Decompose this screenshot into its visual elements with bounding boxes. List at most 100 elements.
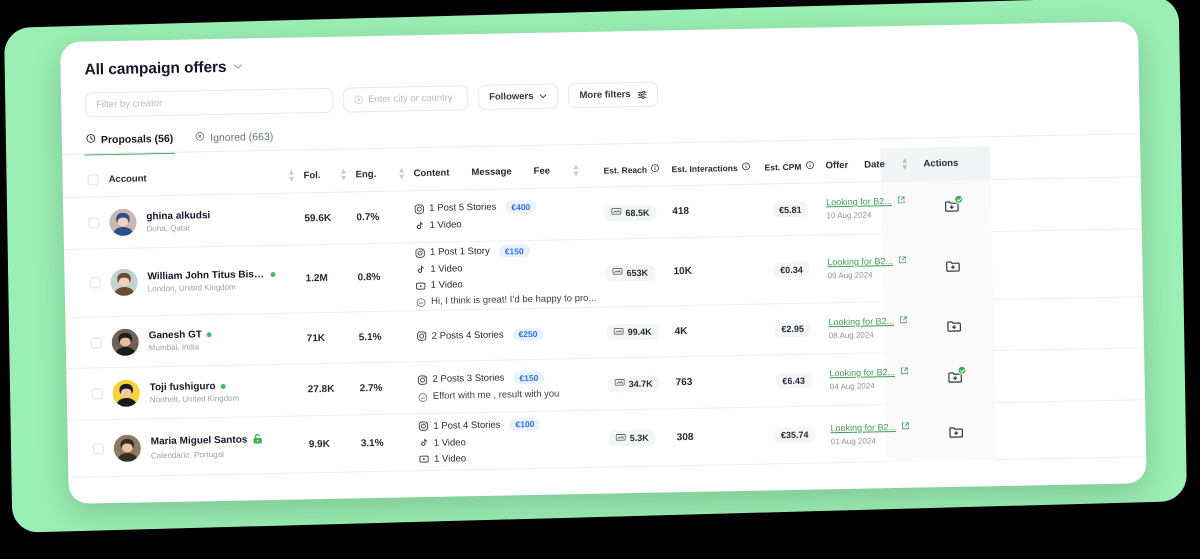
- tiktok-icon: [415, 265, 425, 275]
- followers-filter-label: Followers: [489, 90, 534, 103]
- account-cell[interactable]: Ganesh GT Mumbai, India: [111, 325, 307, 356]
- column-header-est-reach[interactable]: Est. Reach: [603, 163, 671, 175]
- content-line-text: Hi, I think is great! I’d be happy to pr…: [430, 292, 597, 307]
- content-line: 1 Video: [419, 434, 609, 449]
- add-to-folder-button[interactable]: [943, 194, 964, 215]
- offer-link[interactable]: Looking for B2...: [828, 315, 907, 327]
- column-header-date-label[interactable]: Date: [864, 159, 885, 170]
- content-line-text: 1 Video: [430, 279, 463, 291]
- column-header-eng[interactable]: Eng. ▲ ▼: [355, 165, 413, 182]
- column-header-actions-label: Actions: [923, 157, 959, 170]
- est-cpm-chip: €2.95: [774, 321, 812, 337]
- column-header-est-interactions[interactable]: Est. Interactions: [671, 162, 753, 175]
- followers-cell: 9.9K: [308, 438, 330, 450]
- account-name-block: Maria Miguel Santos Calendário, Portugal: [151, 433, 263, 460]
- clock-icon: [86, 133, 96, 146]
- column-header-offer-label[interactable]: Offer: [825, 160, 848, 171]
- column-header-content-label[interactable]: Content: [413, 168, 449, 180]
- reach-icon: [611, 207, 622, 218]
- est-cpm-cell: €35.74: [759, 427, 831, 443]
- sliders-icon: [637, 89, 647, 99]
- est-cpm-chip: €0.34: [773, 261, 810, 278]
- est-reach-cell: 5.3K: [608, 429, 677, 447]
- content-cell: 2 Posts 3 Stories €150 Effort with me , re…: [417, 367, 608, 406]
- column-header-fol[interactable]: Fol. ▲ ▼: [303, 166, 355, 183]
- location-input[interactable]: Enter city or country: [342, 85, 469, 113]
- search-input[interactable]: Filter by creator: [84, 87, 334, 118]
- more-filters-button[interactable]: More filters: [568, 81, 658, 109]
- column-header-est-cpm[interactable]: Est. CPM: [753, 160, 825, 172]
- column-header-actions: Actions: [903, 157, 1003, 170]
- row-select-cell: [68, 442, 114, 455]
- info-icon[interactable]: [805, 161, 814, 172]
- offer-date: 01 Aug 2024: [830, 435, 876, 446]
- row-checkbox[interactable]: [90, 336, 102, 348]
- account-name-row: William John Titus Bish...: [147, 268, 276, 282]
- row-checkbox[interactable]: [92, 442, 104, 454]
- column-header-account[interactable]: Account ▲ ▼: [108, 167, 304, 186]
- add-to-folder-button[interactable]: [944, 258, 961, 275]
- sort-icon[interactable]: ▲ ▼: [398, 165, 406, 181]
- offer-cell: Looking for B2... 09 Aug 2024: [827, 256, 906, 280]
- row-checkbox[interactable]: [91, 388, 103, 400]
- column-header-fee-label[interactable]: Fee: [533, 166, 550, 177]
- offer-link[interactable]: Looking for B2...: [826, 196, 905, 207]
- info-icon[interactable]: [742, 162, 751, 173]
- offer-cell: Looking for B2... 10 Aug 2024: [826, 196, 905, 220]
- content-line: 1 Video: [414, 217, 604, 232]
- est-interactions-cell: 418: [672, 205, 690, 218]
- account-cell[interactable]: Toji fushiguro Northolt, United Kingdom: [112, 376, 307, 408]
- instagram-icon: [417, 374, 428, 385]
- reach-icon: [612, 267, 623, 278]
- row-select-cell: [63, 217, 109, 229]
- account-name-block: Toji fushiguro Northolt, United Kingdom: [150, 380, 240, 404]
- map-pin-icon: [354, 95, 363, 104]
- column-header-message-label[interactable]: Message: [471, 166, 511, 178]
- add-to-folder-button[interactable]: [945, 317, 962, 334]
- lock-icon: [252, 433, 262, 447]
- est-reach-cell: 99.4K: [606, 323, 675, 341]
- avatar: [113, 434, 142, 462]
- est-reach-chip: 653K: [605, 264, 656, 282]
- row-checkbox[interactable]: [87, 217, 100, 229]
- sort-icon[interactable]: ▲ ▼: [288, 167, 296, 183]
- more-filters-label: More filters: [579, 89, 631, 102]
- sort-icon[interactable]: ▲ ▼: [340, 166, 348, 182]
- row-checkbox[interactable]: [89, 277, 101, 289]
- account-name-row: Maria Miguel Santos: [151, 433, 263, 449]
- est-reach-cell: 653K: [605, 264, 673, 282]
- content-line: 1 Post 5 Stories €400: [414, 199, 604, 216]
- sort-icon[interactable]: ▲ ▼: [572, 162, 580, 178]
- chevron-down-icon[interactable]: [233, 63, 242, 73]
- account-cell[interactable]: Maria Miguel Santos Calendário, Portugal: [113, 431, 309, 462]
- est-reach-chip: 68.5K: [604, 204, 657, 222]
- column-header-est-reach-label: Est. Reach: [603, 164, 648, 176]
- offers-table: Account ▲ ▼ Fol. ▲ ▼ Eng. ▲ ▼ Content Messa…: [62, 143, 1147, 478]
- tab-ignored[interactable]: Ignored (663): [195, 130, 273, 152]
- account-name-row: ghina alkudsi: [146, 210, 210, 222]
- offer-link[interactable]: Looking for B2...: [829, 367, 908, 378]
- table-body: ghina alkudsi Doha, Qatar 59.6K 0.7% 1 Post …: [62, 177, 1147, 478]
- row-select-cell: [66, 336, 112, 349]
- engagement-cell: 0.7%: [356, 211, 380, 224]
- add-to-folder-button[interactable]: [946, 365, 967, 386]
- account-name-row: Ganesh GT: [149, 329, 213, 341]
- location-input-placeholder: Enter city or country: [368, 92, 453, 106]
- account-cell[interactable]: ghina alkudsi Doha, Qatar: [109, 205, 304, 237]
- info-icon[interactable]: [651, 164, 660, 175]
- row-select-cell: [65, 277, 111, 289]
- content-cell: 1 Post 1 Story €150 1 Video 1 Video Hi, I th…: [415, 240, 606, 311]
- tab-proposals[interactable]: Proposals (56): [86, 132, 174, 155]
- instagram-icon: [414, 204, 424, 214]
- account-name: William John Titus Bish...: [147, 268, 266, 282]
- avatar: [109, 208, 137, 237]
- column-header-account-label: Account: [108, 173, 147, 186]
- est-interactions-cell: 4K: [674, 325, 688, 337]
- account-location: Doha, Qatar: [146, 223, 191, 233]
- account-cell[interactable]: William John Titus Bish... London, United…: [110, 265, 305, 297]
- offer-link[interactable]: Looking for B2...: [827, 256, 906, 267]
- select-all-checkbox[interactable]: [87, 174, 99, 186]
- offer-link[interactable]: Looking for B2...: [830, 421, 909, 433]
- followers-filter-button[interactable]: Followers: [477, 83, 559, 110]
- add-to-folder-button[interactable]: [947, 423, 964, 440]
